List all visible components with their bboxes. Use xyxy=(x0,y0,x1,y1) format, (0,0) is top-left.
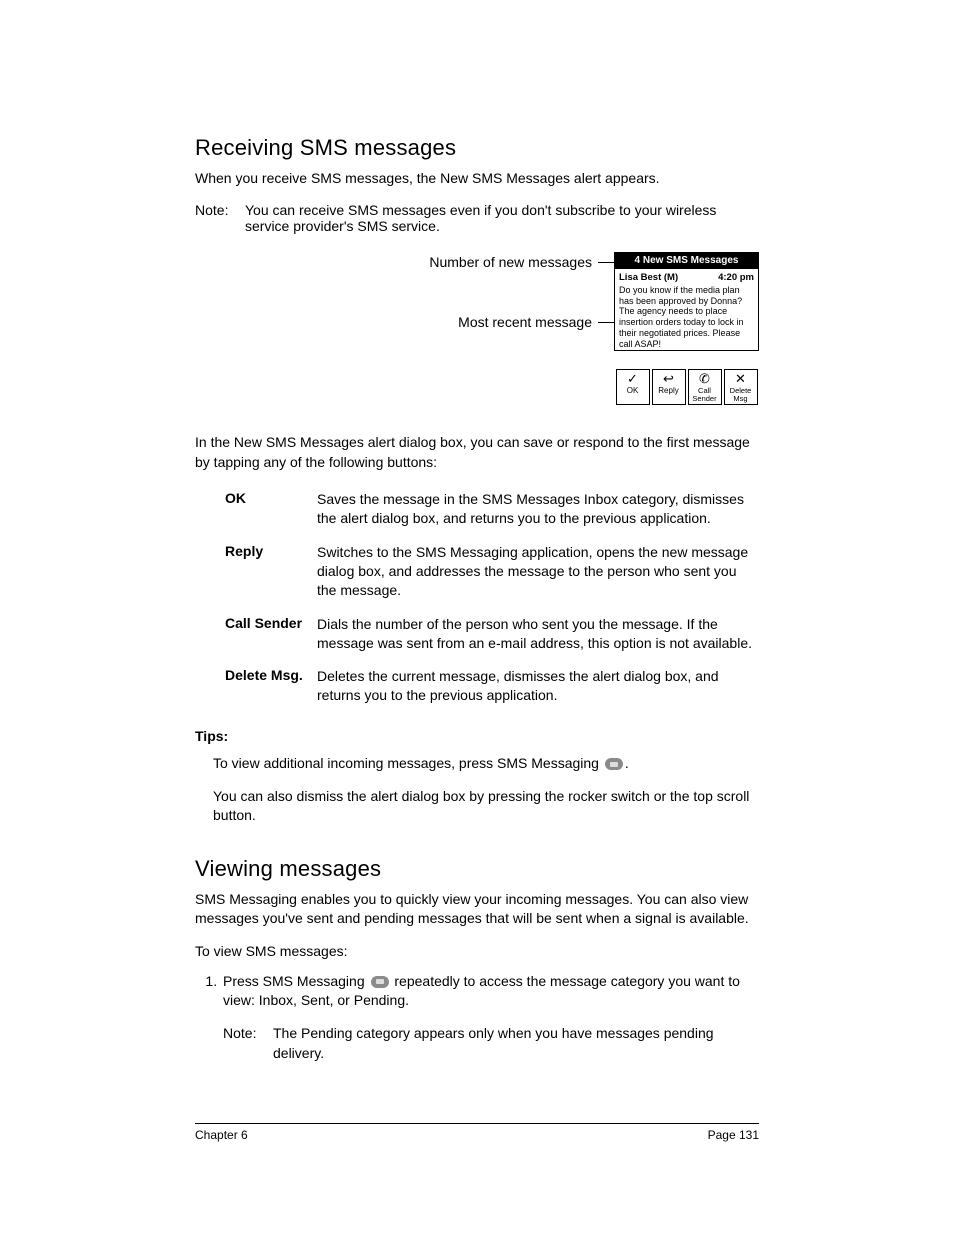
callout-line xyxy=(598,262,614,263)
def-body-ok: Saves the message in the SMS Messages In… xyxy=(317,490,759,529)
step-note: Note: The Pending category appears only … xyxy=(223,1024,759,1063)
page-footer: Chapter 6 Page 131 xyxy=(195,1123,759,1142)
def-term-ok: OK xyxy=(225,490,317,529)
def-body-reply: Switches to the SMS Messaging applicatio… xyxy=(317,543,759,601)
tip-paragraph-1: To view additional incoming messages, pr… xyxy=(213,754,759,773)
definition-row: Reply Switches to the SMS Messaging appl… xyxy=(225,543,759,601)
definition-row: Delete Msg. Deletes the current message,… xyxy=(225,667,759,706)
device-ok-button[interactable]: ✓ OK xyxy=(616,369,650,405)
callout-label-top: Number of new messages xyxy=(429,254,592,270)
device-sender-line: Lisa Best (M) 4:20 pm xyxy=(619,272,754,283)
note-block: Note: You can receive SMS messages even … xyxy=(195,202,759,234)
section-heading-receiving: Receiving SMS messages xyxy=(195,135,759,161)
footer-left: Chapter 6 xyxy=(195,1128,248,1142)
after-diagram-paragraph: In the New SMS Messages alert dialog box… xyxy=(195,433,759,472)
callouts-column: Number of new messages Most recent messa… xyxy=(429,252,614,405)
note-body: You can receive SMS messages even if you… xyxy=(245,202,759,234)
viewing-intro: SMS Messaging enables you to quickly vie… xyxy=(195,890,759,929)
phone-icon: ✆ xyxy=(689,372,721,385)
sms-messaging-icon xyxy=(371,976,389,988)
def-body-delete: Deletes the current message, dismisses t… xyxy=(317,667,759,706)
device-sender: Lisa Best (M) xyxy=(619,272,678,283)
intro-paragraph: When you receive SMS messages, the New S… xyxy=(195,169,759,188)
device-call-button[interactable]: ✆ Call Sender xyxy=(688,369,722,405)
callout-label-mid: Most recent message xyxy=(458,314,592,330)
device-delete-button[interactable]: ✕ Delete Msg xyxy=(724,369,758,405)
sms-messaging-icon xyxy=(605,758,623,770)
document-page: Receiving SMS messages When you receive … xyxy=(0,0,954,1202)
device-button-row: ✓ OK ↩ Reply ✆ Call Sender ✕ Delete Msg xyxy=(614,369,759,405)
device-title-bar: 4 New SMS Messages xyxy=(614,252,759,269)
device-btn3-label: Call Sender xyxy=(689,387,721,402)
tips-heading: Tips: xyxy=(195,728,759,744)
step-note-body: The Pending category appears only when y… xyxy=(273,1024,759,1063)
device-btn4-label: Delete Msg xyxy=(725,387,757,402)
definition-row: Call Sender Dials the number of the pers… xyxy=(225,615,759,654)
device-btn2-label: Reply xyxy=(653,387,685,395)
definition-row: OK Saves the message in the SMS Messages… xyxy=(225,490,759,529)
def-body-call: Dials the number of the person who sent … xyxy=(317,615,759,654)
sub-heading-to-view: To view SMS messages: xyxy=(195,942,759,961)
diagram-area: Number of new messages Most recent messa… xyxy=(195,252,759,405)
reply-arrow-icon: ↩ xyxy=(653,372,685,385)
device-btn1-label: OK xyxy=(617,387,649,395)
device-reply-button[interactable]: ↩ Reply xyxy=(652,369,686,405)
def-term-reply: Reply xyxy=(225,543,317,601)
steps-list: Press SMS Messaging repeatedly to access… xyxy=(195,972,759,1063)
device-mock: 4 New SMS Messages Lisa Best (M) 4:20 pm… xyxy=(614,252,759,405)
definition-list: OK Saves the message in the SMS Messages… xyxy=(225,490,759,706)
device-time: 4:20 pm xyxy=(718,272,754,283)
callout-row: Most recent message xyxy=(458,314,614,330)
step1-text-a: Press SMS Messaging xyxy=(223,973,369,989)
def-term-call: Call Sender xyxy=(225,615,317,654)
def-term-delete: Delete Msg. xyxy=(225,667,317,706)
note-label: Note: xyxy=(195,202,245,234)
tip1-text-b: . xyxy=(625,755,629,771)
device-message-body: Do you know if the media plan has been a… xyxy=(619,285,754,350)
tip-paragraph-2: You can also dismiss the alert dialog bo… xyxy=(213,787,759,826)
callout-row: Number of new messages xyxy=(429,254,614,270)
callout-line xyxy=(598,322,614,323)
step-note-label: Note: xyxy=(223,1024,273,1063)
device-body: Lisa Best (M) 4:20 pm Do you know if the… xyxy=(614,269,759,351)
section-heading-viewing: Viewing messages xyxy=(195,856,759,882)
check-icon: ✓ xyxy=(617,372,649,385)
tip1-text-a: To view additional incoming messages, pr… xyxy=(213,755,603,771)
close-icon: ✕ xyxy=(725,372,757,385)
step-1: Press SMS Messaging repeatedly to access… xyxy=(221,972,759,1063)
footer-right: Page 131 xyxy=(708,1128,759,1142)
